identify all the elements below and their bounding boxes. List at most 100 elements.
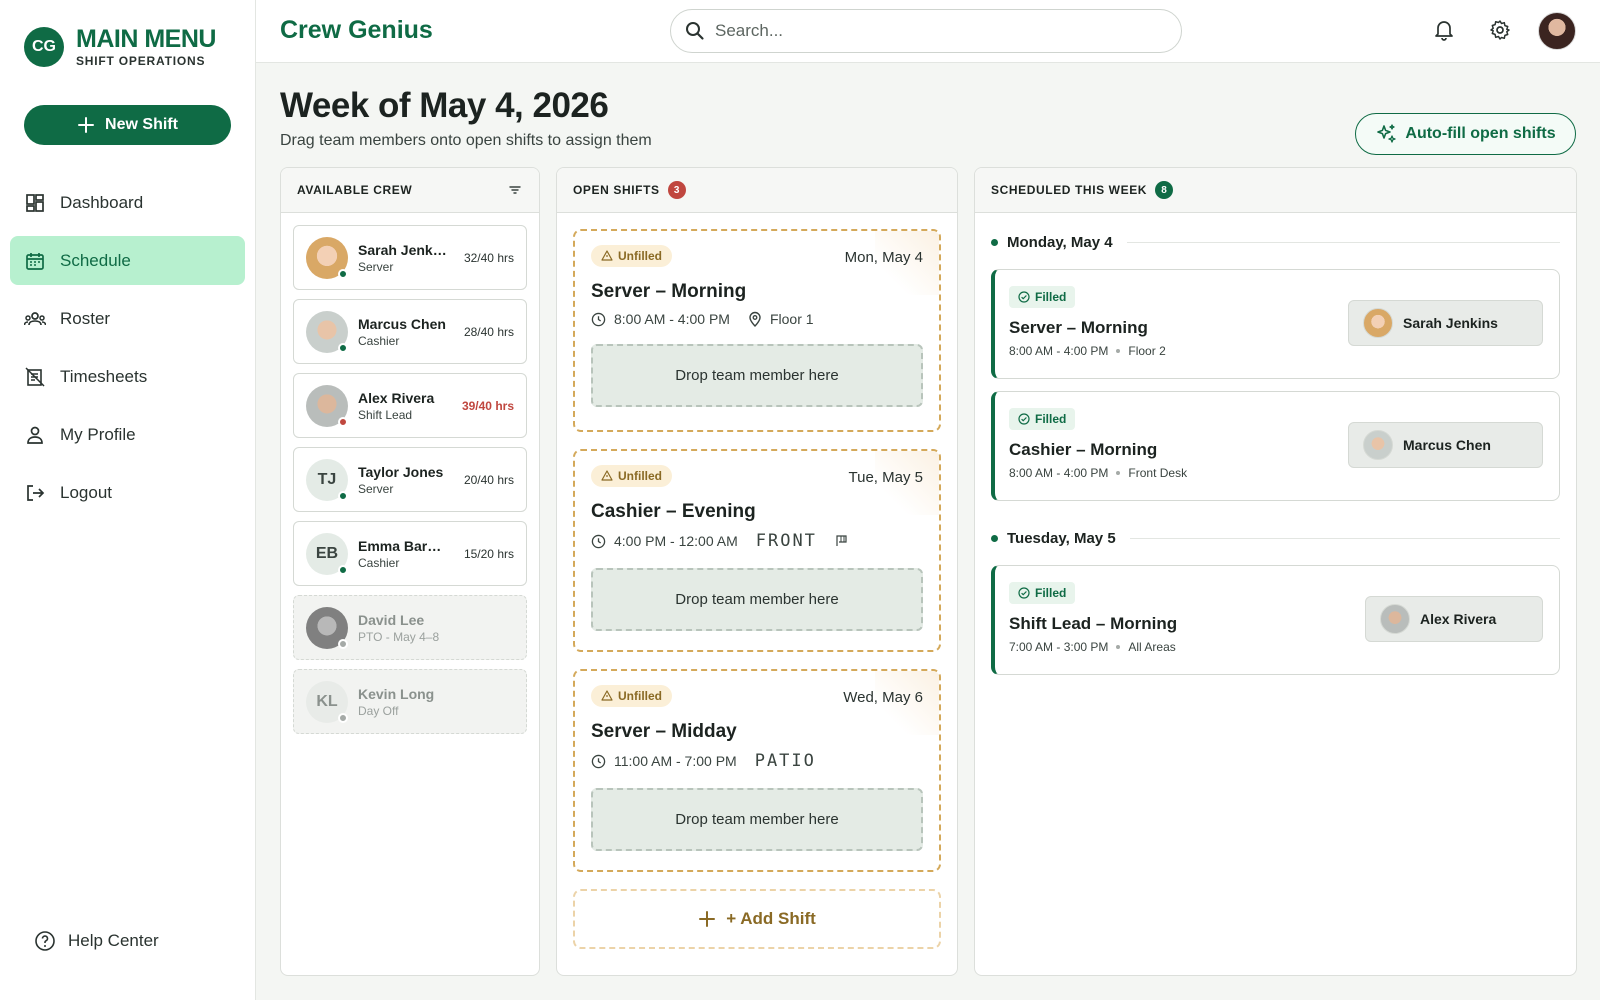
drop-zone[interactable]: Drop team member here <box>591 568 923 631</box>
badge-label: Unfilled <box>618 689 662 703</box>
day-label: Tuesday, May 5 <box>1007 529 1116 547</box>
filter-icon[interactable] <box>507 182 523 198</box>
sidebar-item-label: Schedule <box>60 250 131 270</box>
crew-name: Kevin Long <box>358 685 435 702</box>
badge-label: Filled <box>1035 586 1067 600</box>
avatar <box>1363 430 1393 460</box>
assignee-chip[interactable]: Sarah Jenkins <box>1348 300 1543 346</box>
assignee-chip[interactable]: Alex Rivera <box>1365 596 1543 642</box>
filled-shift-card[interactable]: Filled Shift Lead – Morning 7:00 AM - 3:… <box>991 565 1560 675</box>
status-dot <box>338 416 348 427</box>
user-avatar[interactable] <box>1538 12 1576 50</box>
check-circle-icon <box>1018 587 1030 599</box>
plus-icon <box>699 911 716 927</box>
sidebar-item-roster[interactable]: Roster <box>10 294 245 343</box>
sidebar-item-my-profile[interactable]: My Profile <box>10 410 245 459</box>
crew-card: David Lee PTO - May 4–8 <box>293 595 527 660</box>
brand-logo[interactable]: CG <box>24 27 64 67</box>
avatar <box>306 384 348 427</box>
drop-zone[interactable]: Drop team member here <box>591 344 923 407</box>
avatar <box>1380 604 1410 634</box>
shift-location: Floor 2 <box>1128 344 1166 358</box>
avatar <box>1363 308 1393 338</box>
open-shift-card[interactable]: Unfilled Wed, May 6 Server – Midday 11:0… <box>573 669 941 872</box>
day-header: Monday, May 4 <box>991 227 1560 257</box>
sidebar-item-timesheets[interactable]: Timesheets <box>10 352 245 401</box>
crew-card[interactable]: TJ Taylor Jones Server 20/40 hrs <box>293 447 527 512</box>
open-shift-card[interactable]: Unfilled Tue, May 5 Cashier – Evening 4:… <box>573 449 941 652</box>
open-shift-card[interactable]: Unfilled Mon, May 4 Server – Morning 8:0… <box>573 229 941 432</box>
person-icon <box>24 424 46 446</box>
help-center-link[interactable]: Help Center <box>34 930 159 952</box>
help-icon <box>35 931 55 951</box>
shift-time: 8:00 AM - 4:00 PM <box>1009 344 1109 358</box>
crew-name: Sarah Jenkins <box>358 241 448 258</box>
group-icon <box>24 308 46 330</box>
drop-zone[interactable]: Drop team member here <box>591 788 923 851</box>
dashboard-icon <box>24 192 46 214</box>
crew-card[interactable]: Marcus Chen Cashier 28/40 hrs <box>293 299 527 364</box>
scheduled-panel: SCHEDULED THIS WEEK 8 Monday, May 4 Fill… <box>974 167 1577 976</box>
sidebar-item-dashboard[interactable]: Dashboard <box>10 178 245 227</box>
sidebar-item-label: Dashboard <box>60 192 144 212</box>
crew-card[interactable]: EB Emma Barnes Cashier 15/20 hrs <box>293 521 527 586</box>
clock-icon <box>591 312 606 326</box>
shift-title: Server – Morning <box>591 281 747 302</box>
unfilled-badge: Unfilled <box>591 465 672 487</box>
flag-icon <box>836 535 847 546</box>
filled-shift-card[interactable]: Filled Cashier – Morning 8:00 AM - 4:00 … <box>991 391 1560 501</box>
day-label: Monday, May 4 <box>1007 233 1113 251</box>
status-dot <box>338 342 348 353</box>
crew-card[interactable]: Sarah Jenkins Server 32/40 hrs <box>293 225 527 290</box>
page-title: Week of May 4, 2026 <box>280 86 609 125</box>
auto-fill-label: Auto-fill open shifts <box>1405 125 1556 142</box>
search-input[interactable] <box>715 21 1135 41</box>
help-center-label: Help Center <box>68 931 159 950</box>
unfilled-badge: Unfilled <box>591 245 672 267</box>
shift-time: 8:00 AM - 4:00 PM <box>614 311 730 327</box>
crew-list: Sarah Jenkins Server 32/40 hrs Marcus Che… <box>281 213 539 734</box>
open-shifts-count-badge: 3 <box>667 181 686 199</box>
location-pin-icon <box>749 311 761 327</box>
filled-badge: Filled <box>1009 582 1076 604</box>
sidebar-item-label: Logout <box>60 482 112 502</box>
avatar: KL <box>306 680 348 723</box>
avatar-initials: KL <box>316 692 338 710</box>
assignee-chip[interactable]: Marcus Chen <box>1348 422 1543 468</box>
open-shifts-panel: OPEN SHIFTS 3 Unfilled Mon, May 4 Server… <box>556 167 958 976</box>
shift-meta: 8:00 AM - 4:00 PM Floor 1 <box>591 311 923 327</box>
unfilled-badge: Unfilled <box>591 685 672 707</box>
settings-gear-icon[interactable] <box>1486 16 1514 44</box>
add-shift-button[interactable]: + Add Shift <box>573 889 941 949</box>
badge-label: Unfilled <box>618 469 662 483</box>
filled-shift-card[interactable]: Filled Server – Morning 8:00 AM - 4:00 P… <box>991 269 1560 379</box>
notifications-bell-icon[interactable] <box>1430 16 1458 44</box>
search-box[interactable] <box>670 9 1182 53</box>
crew-hours: 28/40 hrs <box>463 324 514 339</box>
shift-title: Server – Midday <box>591 721 737 742</box>
filled-badge: Filled <box>1009 286 1076 308</box>
open-shift-list: Unfilled Mon, May 4 Server – Morning 8:0… <box>557 213 957 949</box>
sidebar-item-logout[interactable]: Logout <box>10 468 245 517</box>
crew-card[interactable]: Alex Rivera Shift Lead 39/40 hrs <box>293 373 527 438</box>
sidebar-item-label: Timesheets <box>60 366 148 386</box>
shift-location: All Areas <box>1128 640 1176 654</box>
auto-fill-button[interactable]: Auto-fill open shifts <box>1355 113 1576 155</box>
search-icon <box>686 22 704 40</box>
warning-icon <box>601 470 613 481</box>
avatar: TJ <box>306 458 348 501</box>
available-crew-panel: AVAILABLE CREW Sarah Jenkins Server 32/40… <box>280 167 540 976</box>
badge-label: Filled <box>1035 412 1067 426</box>
brand-subtitle: SHIFT OPERATIONS <box>76 54 206 68</box>
open-shifts-header: OPEN SHIFTS 3 <box>557 168 957 213</box>
status-dot <box>338 638 348 649</box>
shift-date: Mon, May 4 <box>844 249 923 266</box>
sidebar-item-schedule[interactable]: Schedule <box>10 236 245 285</box>
shift-meta: 11:00 AM - 7:00 PM PATIO <box>591 751 923 771</box>
calendar-icon <box>24 250 46 272</box>
new-shift-button[interactable]: New Shift <box>24 105 231 145</box>
scheduled-list: Monday, May 4 Filled Server – Morning 8:… <box>975 213 1576 675</box>
shift-title: Cashier – Evening <box>591 501 756 522</box>
brand: CG MAIN MENU SHIFT OPERATIONS <box>24 26 216 68</box>
crew-role: Shift Lead <box>358 407 413 422</box>
